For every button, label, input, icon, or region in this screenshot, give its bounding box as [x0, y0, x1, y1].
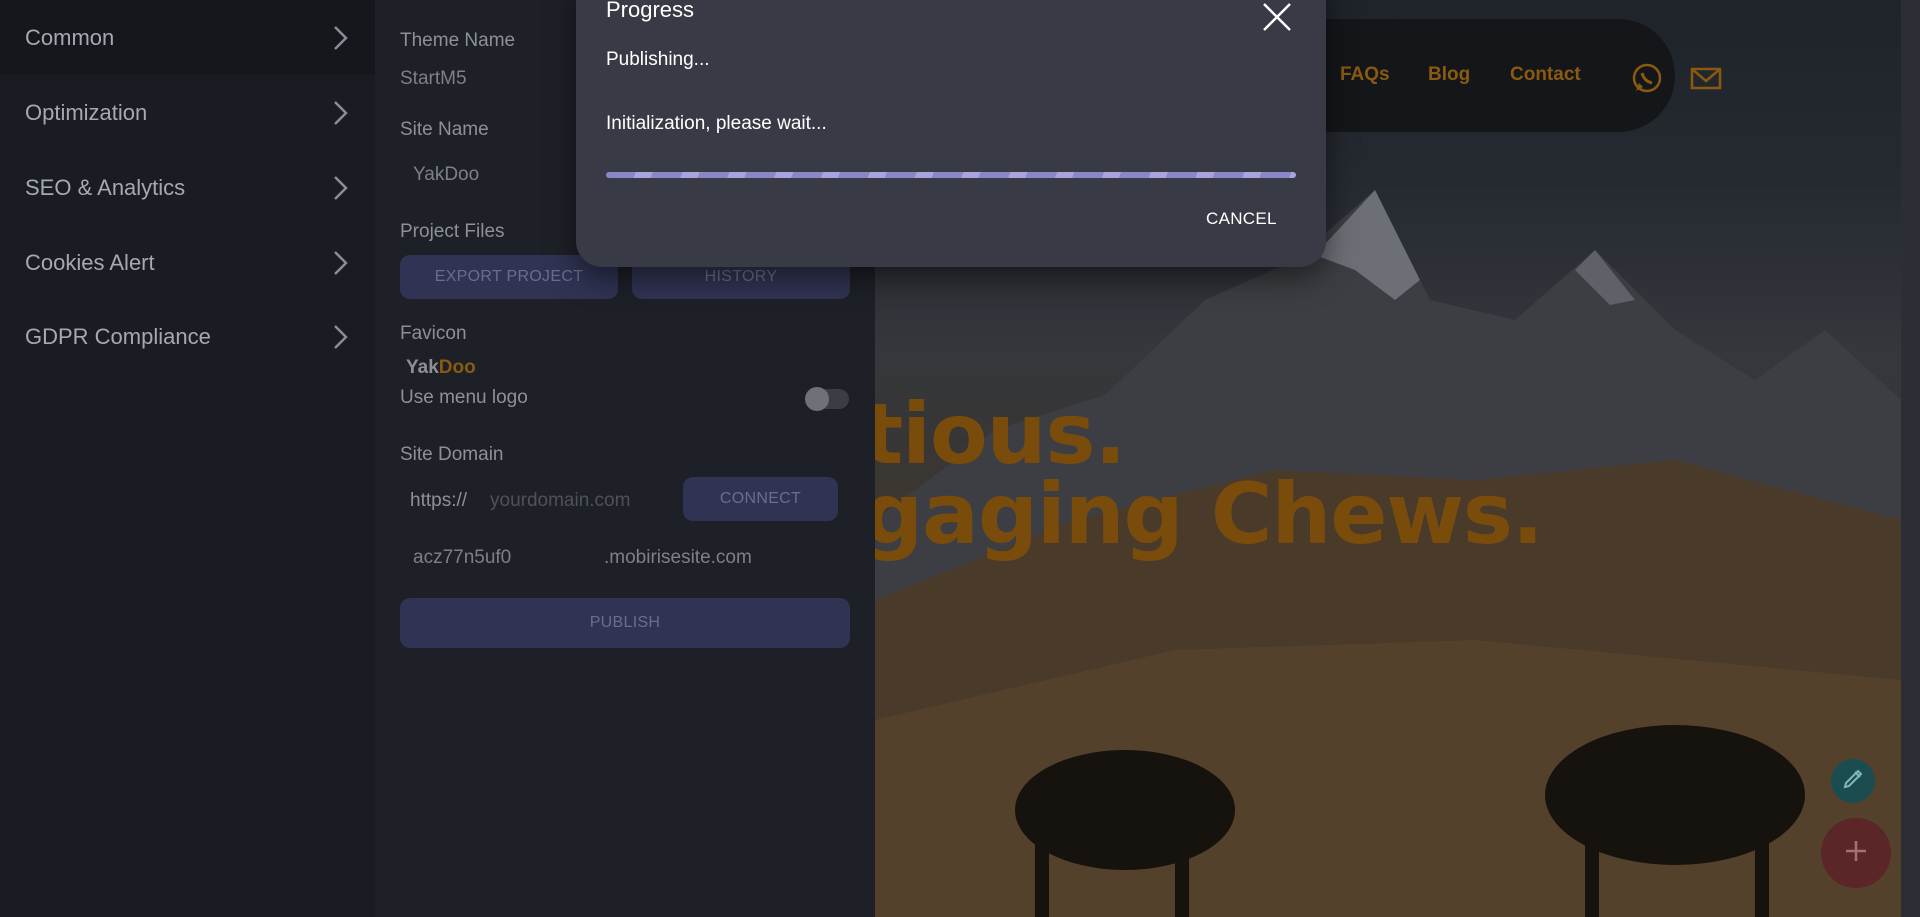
progress-dialog: Progress Publishing... Initialization, p… — [576, 0, 1326, 267]
cancel-button[interactable]: CANCEL — [1206, 209, 1277, 229]
dialog-title: Progress — [606, 0, 695, 22]
progress-message: Initialization, please wait... — [606, 113, 827, 134]
publish-status-text: Publishing... — [606, 49, 710, 70]
indeterminate-progress-bar — [606, 172, 1296, 178]
close-icon[interactable] — [1260, 0, 1294, 34]
